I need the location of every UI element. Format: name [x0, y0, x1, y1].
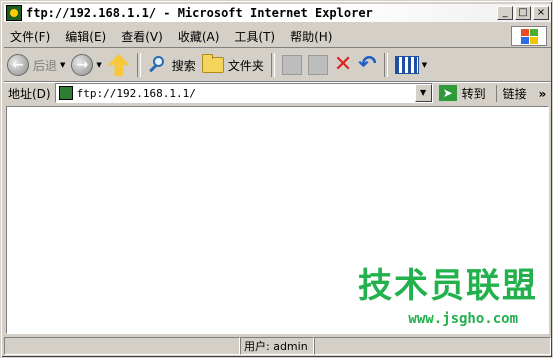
- go-button[interactable]: ➤ 转到: [438, 85, 486, 102]
- status-user: 用户: admin: [240, 337, 314, 355]
- address-label: 地址(D): [8, 86, 51, 101]
- address-value: ftp://192.168.1.1/: [76, 86, 196, 100]
- undo-icon: ↶: [358, 52, 377, 77]
- search-button[interactable]: 搜索: [145, 51, 199, 79]
- links-button[interactable]: 链接 »: [495, 84, 546, 102]
- toolbar-separator: [270, 53, 275, 77]
- views-dropdown-icon[interactable]: ▼: [422, 61, 427, 69]
- menu-bar: 文件(F) 编辑(E) 查看(V) 收藏(A) 工具(T) 帮助(H): [4, 25, 551, 48]
- move-to-icon: [281, 55, 302, 75]
- magnifier-icon: [148, 55, 168, 75]
- status-main: [4, 337, 240, 355]
- ftp-content-pane[interactable]: 技术员联盟 www.jsgho.com: [6, 106, 549, 334]
- menu-tools[interactable]: 工具(T): [228, 26, 281, 47]
- minimize-button[interactable]: _: [497, 6, 513, 20]
- window-controls: _ □ ×: [497, 6, 549, 20]
- toolbar: ← 后退 ▼ → ▼ 搜索 文件夹 ✕ ↶ ▼: [4, 49, 551, 82]
- views-button[interactable]: ▼: [392, 51, 430, 79]
- delete-button[interactable]: ✕: [331, 51, 355, 79]
- copy-to-icon: [307, 55, 328, 75]
- folder-icon: [201, 54, 224, 73]
- menu-favorites[interactable]: 收藏(A): [172, 26, 226, 47]
- up-button[interactable]: [105, 51, 133, 79]
- views-icon: [394, 56, 419, 74]
- status-zone: [314, 337, 551, 355]
- back-label: 后退: [33, 58, 58, 73]
- watermark-text: 技术员联盟: [358, 266, 538, 306]
- address-bar: 地址(D) ftp://192.168.1.1/ ▼ ➤ 转到 链接 »: [4, 82, 551, 104]
- close-button[interactable]: ×: [533, 6, 549, 20]
- move-to-button[interactable]: [279, 51, 305, 79]
- folders-button[interactable]: 文件夹: [199, 51, 267, 79]
- go-arrow-icon: ➤: [438, 85, 457, 101]
- chevron-right-icon[interactable]: »: [538, 87, 546, 101]
- toolbar-separator: [383, 53, 388, 77]
- menu-help[interactable]: 帮助(H): [284, 26, 338, 47]
- status-bar: 用户: admin: [4, 337, 551, 355]
- links-label: 链接: [502, 86, 527, 101]
- up-folder-icon: [107, 54, 130, 76]
- menu-file[interactable]: 文件(F): [4, 26, 56, 47]
- ftp-page-icon: [58, 86, 73, 100]
- menu-view[interactable]: 查看(V): [115, 26, 169, 47]
- menu-edit[interactable]: 编辑(E): [59, 26, 112, 47]
- undo-button[interactable]: ↶: [355, 51, 379, 79]
- title-bar[interactable]: ftp://192.168.1.1/ - Microsoft Internet …: [4, 4, 551, 22]
- forward-button[interactable]: → ▼: [68, 51, 104, 79]
- delete-x-icon: ✕: [333, 52, 353, 77]
- watermark-url: www.jsgho.com: [408, 311, 518, 327]
- forward-arrow-icon: →: [71, 54, 94, 76]
- address-input[interactable]: ftp://192.168.1.1/ ▼: [54, 83, 433, 103]
- back-arrow-icon: ←: [7, 54, 29, 76]
- windows-logo-icon: [511, 26, 547, 46]
- search-label: 搜索: [171, 58, 196, 73]
- address-dropdown-icon[interactable]: ▼: [414, 84, 432, 102]
- back-dropdown-icon[interactable]: ▼: [60, 61, 65, 69]
- window-title: ftp://192.168.1.1/ - Microsoft Internet …: [26, 6, 373, 20]
- ie-window: ftp://192.168.1.1/ - Microsoft Internet …: [0, 0, 553, 358]
- maximize-button[interactable]: □: [515, 6, 531, 20]
- back-button[interactable]: ← 后退 ▼: [4, 51, 68, 79]
- go-label: 转到: [461, 86, 486, 101]
- forward-dropdown-icon[interactable]: ▼: [96, 61, 101, 69]
- ftp-folder-icon: [6, 5, 22, 21]
- copy-to-button[interactable]: [305, 51, 331, 79]
- folders-label: 文件夹: [227, 58, 264, 73]
- toolbar-separator: [136, 53, 141, 77]
